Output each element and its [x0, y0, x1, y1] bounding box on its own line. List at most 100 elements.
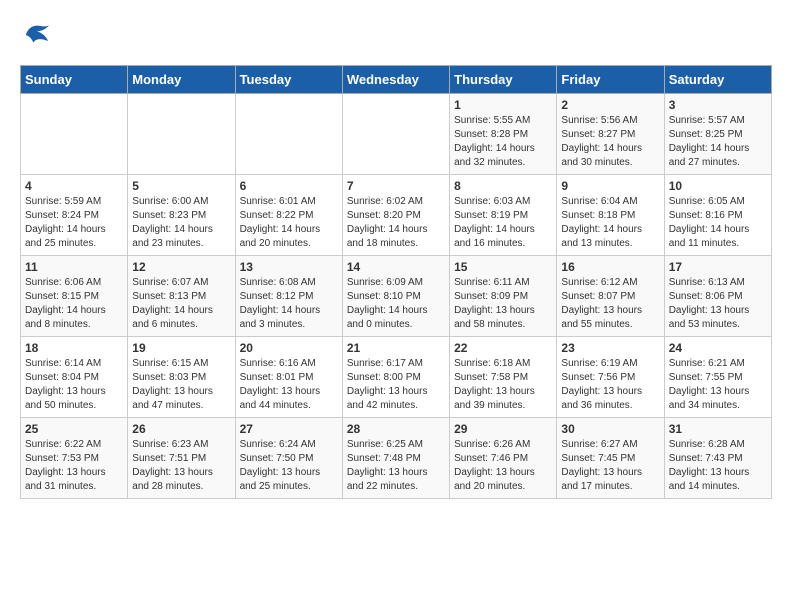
sunrise-time: Sunrise: 6:15 AM	[132, 358, 208, 369]
daylight-hours: Daylight: 13 hours and 20 minutes.	[454, 467, 535, 492]
calendar-header-row: SundayMondayTuesdayWednesdayThursdayFrid…	[21, 66, 772, 94]
calendar-day-cell: 4 Sunrise: 5:59 AM Sunset: 8:24 PM Dayli…	[21, 175, 128, 256]
daylight-hours: Daylight: 14 hours and 20 minutes.	[240, 224, 321, 249]
sunset-time: Sunset: 8:13 PM	[132, 291, 206, 302]
sunset-time: Sunset: 8:16 PM	[669, 210, 743, 221]
day-number: 26	[132, 422, 230, 436]
sunset-time: Sunset: 8:15 PM	[25, 291, 99, 302]
sunset-time: Sunset: 8:23 PM	[132, 210, 206, 221]
sunrise-time: Sunrise: 6:03 AM	[454, 196, 530, 207]
day-info: Sunrise: 6:02 AM Sunset: 8:20 PM Dayligh…	[347, 195, 445, 251]
daylight-hours: Daylight: 13 hours and 25 minutes.	[240, 467, 321, 492]
sunrise-time: Sunrise: 6:01 AM	[240, 196, 316, 207]
calendar-day-cell	[342, 94, 449, 175]
calendar-day-cell: 31 Sunrise: 6:28 AM Sunset: 7:43 PM Dayl…	[664, 418, 771, 499]
calendar-day-cell: 21 Sunrise: 6:17 AM Sunset: 8:00 PM Dayl…	[342, 337, 449, 418]
calendar-day-cell: 25 Sunrise: 6:22 AM Sunset: 7:53 PM Dayl…	[21, 418, 128, 499]
calendar-day-cell: 3 Sunrise: 5:57 AM Sunset: 8:25 PM Dayli…	[664, 94, 771, 175]
daylight-hours: Daylight: 13 hours and 28 minutes.	[132, 467, 213, 492]
calendar-day-cell: 23 Sunrise: 6:19 AM Sunset: 7:56 PM Dayl…	[557, 337, 664, 418]
daylight-hours: Daylight: 13 hours and 22 minutes.	[347, 467, 428, 492]
calendar-day-cell: 15 Sunrise: 6:11 AM Sunset: 8:09 PM Dayl…	[450, 256, 557, 337]
sunrise-time: Sunrise: 6:09 AM	[347, 277, 423, 288]
page-header	[20, 20, 772, 55]
sunrise-time: Sunrise: 6:25 AM	[347, 439, 423, 450]
day-info: Sunrise: 6:27 AM Sunset: 7:45 PM Dayligh…	[561, 438, 659, 494]
day-number: 31	[669, 422, 767, 436]
day-number: 29	[454, 422, 552, 436]
sunset-time: Sunset: 7:43 PM	[669, 453, 743, 464]
daylight-hours: Daylight: 14 hours and 32 minutes.	[454, 143, 535, 168]
day-number: 28	[347, 422, 445, 436]
calendar-day-cell: 14 Sunrise: 6:09 AM Sunset: 8:10 PM Dayl…	[342, 256, 449, 337]
day-number: 20	[240, 341, 338, 355]
calendar-day-cell: 1 Sunrise: 5:55 AM Sunset: 8:28 PM Dayli…	[450, 94, 557, 175]
logo	[20, 20, 56, 55]
daylight-hours: Daylight: 14 hours and 30 minutes.	[561, 143, 642, 168]
calendar-week-row: 18 Sunrise: 6:14 AM Sunset: 8:04 PM Dayl…	[21, 337, 772, 418]
day-number: 12	[132, 260, 230, 274]
day-number: 2	[561, 98, 659, 112]
sunrise-time: Sunrise: 6:13 AM	[669, 277, 745, 288]
day-info: Sunrise: 6:05 AM Sunset: 8:16 PM Dayligh…	[669, 195, 767, 251]
day-info: Sunrise: 6:26 AM Sunset: 7:46 PM Dayligh…	[454, 438, 552, 494]
daylight-hours: Daylight: 14 hours and 16 minutes.	[454, 224, 535, 249]
sunset-time: Sunset: 8:25 PM	[669, 129, 743, 140]
sunset-time: Sunset: 8:19 PM	[454, 210, 528, 221]
sunrise-time: Sunrise: 6:28 AM	[669, 439, 745, 450]
day-of-week-header: Sunday	[21, 66, 128, 94]
day-info: Sunrise: 6:06 AM Sunset: 8:15 PM Dayligh…	[25, 276, 123, 332]
calendar-day-cell: 28 Sunrise: 6:25 AM Sunset: 7:48 PM Dayl…	[342, 418, 449, 499]
sunset-time: Sunset: 8:28 PM	[454, 129, 528, 140]
daylight-hours: Daylight: 13 hours and 42 minutes.	[347, 386, 428, 411]
daylight-hours: Daylight: 14 hours and 11 minutes.	[669, 224, 750, 249]
day-number: 30	[561, 422, 659, 436]
day-info: Sunrise: 6:12 AM Sunset: 8:07 PM Dayligh…	[561, 276, 659, 332]
day-info: Sunrise: 5:59 AM Sunset: 8:24 PM Dayligh…	[25, 195, 123, 251]
day-info: Sunrise: 5:57 AM Sunset: 8:25 PM Dayligh…	[669, 114, 767, 170]
calendar-day-cell: 27 Sunrise: 6:24 AM Sunset: 7:50 PM Dayl…	[235, 418, 342, 499]
daylight-hours: Daylight: 13 hours and 31 minutes.	[25, 467, 106, 492]
sunrise-time: Sunrise: 6:06 AM	[25, 277, 101, 288]
day-number: 21	[347, 341, 445, 355]
sunrise-time: Sunrise: 6:16 AM	[240, 358, 316, 369]
day-of-week-header: Saturday	[664, 66, 771, 94]
day-info: Sunrise: 6:15 AM Sunset: 8:03 PM Dayligh…	[132, 357, 230, 413]
day-number: 10	[669, 179, 767, 193]
day-number: 15	[454, 260, 552, 274]
calendar-day-cell: 11 Sunrise: 6:06 AM Sunset: 8:15 PM Dayl…	[21, 256, 128, 337]
day-of-week-header: Wednesday	[342, 66, 449, 94]
day-info: Sunrise: 6:08 AM Sunset: 8:12 PM Dayligh…	[240, 276, 338, 332]
calendar-day-cell: 5 Sunrise: 6:00 AM Sunset: 8:23 PM Dayli…	[128, 175, 235, 256]
day-info: Sunrise: 5:55 AM Sunset: 8:28 PM Dayligh…	[454, 114, 552, 170]
sunrise-time: Sunrise: 6:26 AM	[454, 439, 530, 450]
sunrise-time: Sunrise: 6:23 AM	[132, 439, 208, 450]
day-info: Sunrise: 6:19 AM Sunset: 7:56 PM Dayligh…	[561, 357, 659, 413]
day-number: 13	[240, 260, 338, 274]
sunrise-time: Sunrise: 6:04 AM	[561, 196, 637, 207]
sunset-time: Sunset: 7:51 PM	[132, 453, 206, 464]
daylight-hours: Daylight: 13 hours and 58 minutes.	[454, 305, 535, 330]
day-number: 27	[240, 422, 338, 436]
daylight-hours: Daylight: 13 hours and 34 minutes.	[669, 386, 750, 411]
sunrise-time: Sunrise: 6:08 AM	[240, 277, 316, 288]
calendar-day-cell: 6 Sunrise: 6:01 AM Sunset: 8:22 PM Dayli…	[235, 175, 342, 256]
day-of-week-header: Monday	[128, 66, 235, 94]
sunrise-time: Sunrise: 5:55 AM	[454, 115, 530, 126]
calendar-week-row: 4 Sunrise: 5:59 AM Sunset: 8:24 PM Dayli…	[21, 175, 772, 256]
daylight-hours: Daylight: 13 hours and 17 minutes.	[561, 467, 642, 492]
sunset-time: Sunset: 7:45 PM	[561, 453, 635, 464]
sunset-time: Sunset: 7:53 PM	[25, 453, 99, 464]
daylight-hours: Daylight: 13 hours and 50 minutes.	[25, 386, 106, 411]
day-info: Sunrise: 6:14 AM Sunset: 8:04 PM Dayligh…	[25, 357, 123, 413]
day-info: Sunrise: 6:03 AM Sunset: 8:19 PM Dayligh…	[454, 195, 552, 251]
calendar-day-cell: 7 Sunrise: 6:02 AM Sunset: 8:20 PM Dayli…	[342, 175, 449, 256]
sunrise-time: Sunrise: 5:56 AM	[561, 115, 637, 126]
calendar-day-cell: 20 Sunrise: 6:16 AM Sunset: 8:01 PM Dayl…	[235, 337, 342, 418]
daylight-hours: Daylight: 14 hours and 27 minutes.	[669, 143, 750, 168]
daylight-hours: Daylight: 13 hours and 39 minutes.	[454, 386, 535, 411]
day-number: 5	[132, 179, 230, 193]
sunset-time: Sunset: 7:56 PM	[561, 372, 635, 383]
daylight-hours: Daylight: 14 hours and 8 minutes.	[25, 305, 106, 330]
sunrise-time: Sunrise: 6:27 AM	[561, 439, 637, 450]
